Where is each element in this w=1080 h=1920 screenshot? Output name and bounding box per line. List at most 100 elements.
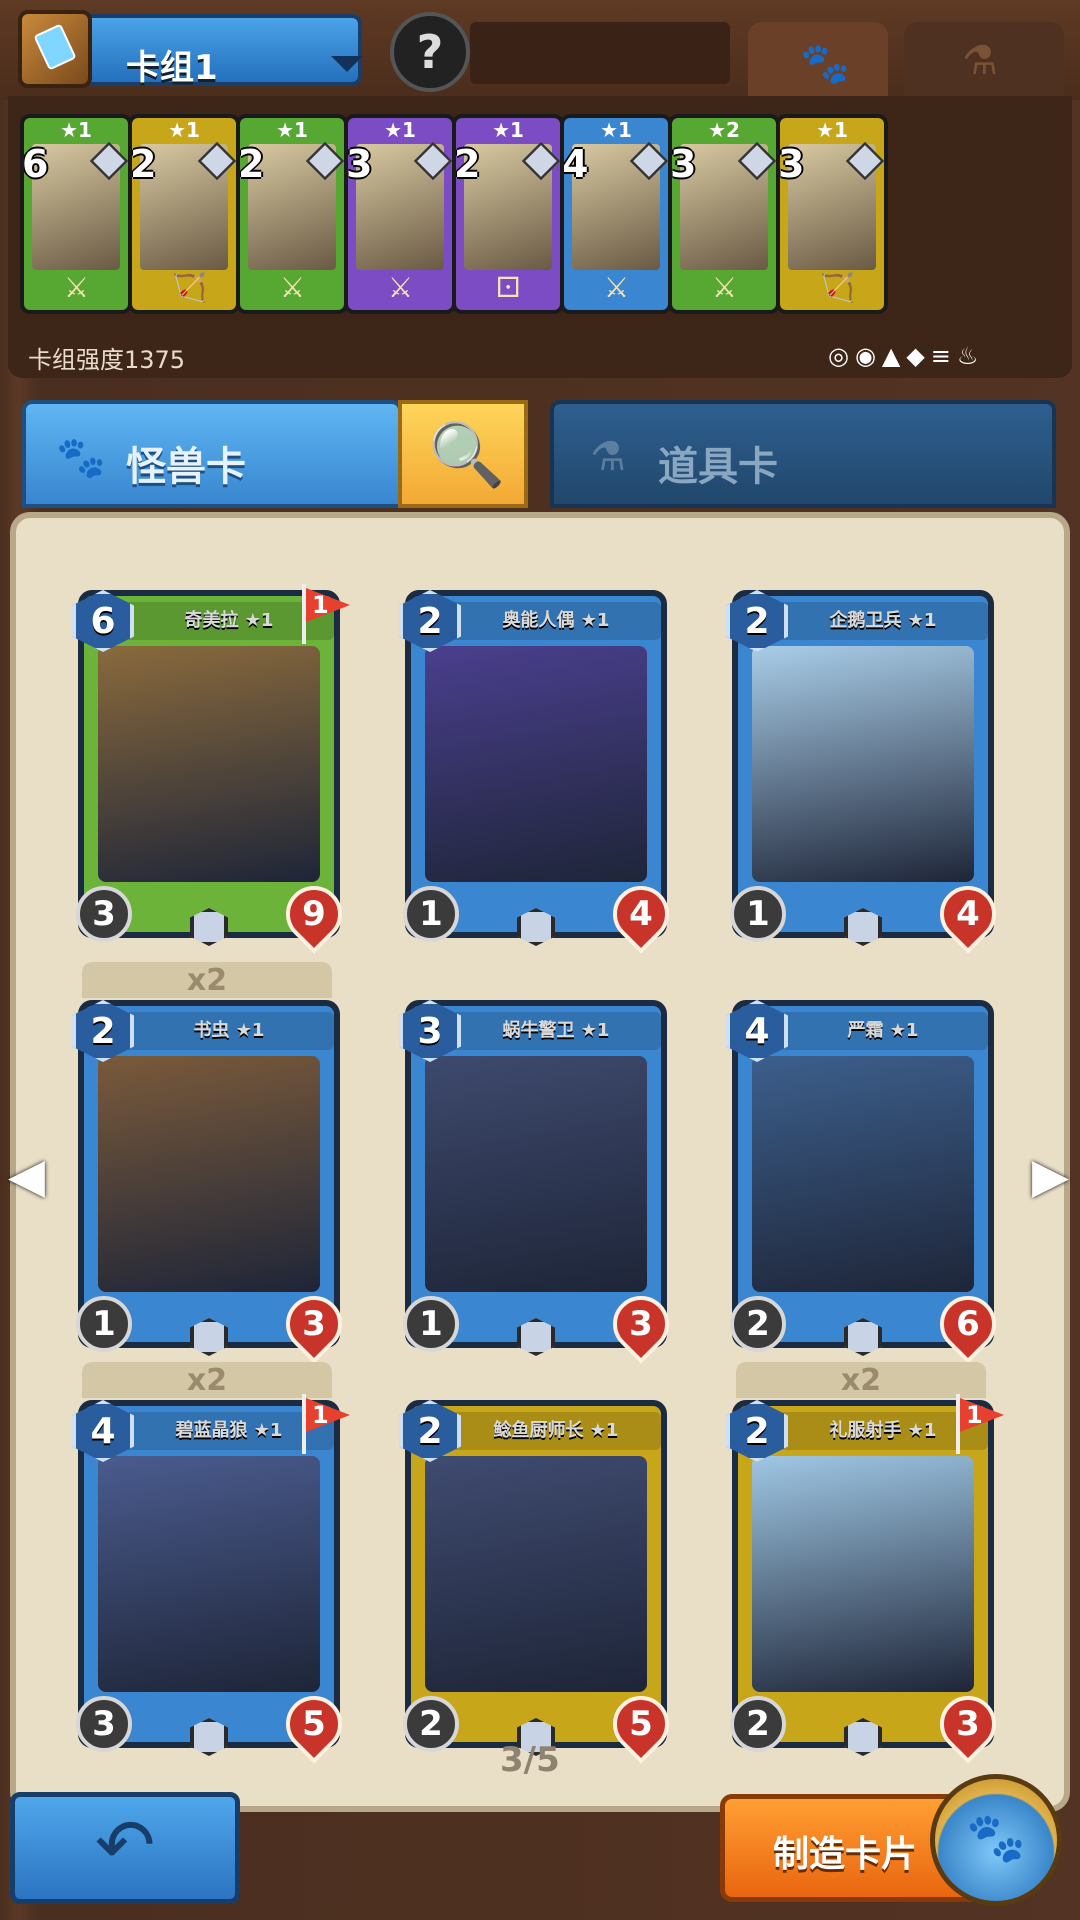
- monster-card[interactable]: 奥能人偶 ★1 2 1 4: [399, 590, 681, 954]
- card-attack: 2: [730, 1296, 786, 1352]
- card-health-value: 4: [956, 894, 980, 934]
- card-cost: 2: [726, 590, 788, 652]
- deck-card[interactable]: ★1 3 ⚔: [344, 114, 456, 314]
- tab-item-cards[interactable]: ⚗ 道具卡: [550, 400, 1056, 508]
- monster-card[interactable]: 礼服射手 ★1 2 2 3 1: [726, 1394, 1008, 1764]
- deck-card-cost: 2: [238, 142, 265, 186]
- card-cost: 3: [399, 1000, 461, 1062]
- card-art: [98, 1456, 320, 1692]
- card-attack: 1: [76, 1296, 132, 1352]
- card-cost: 2: [399, 1400, 461, 1462]
- weapon-icon: ⚔: [280, 271, 306, 304]
- monster-card[interactable]: 书虫 ★1 2 1 3: [72, 1000, 354, 1364]
- monster-card[interactable]: 奇美拉 ★1 6 3 9 1: [72, 584, 354, 954]
- paw-icon: 🐾: [800, 41, 850, 87]
- page-indicator: 3/5: [500, 1740, 560, 1780]
- monster-card[interactable]: 严霜 ★1 4 2 6: [726, 1000, 1008, 1364]
- weapon-icon: 🏹: [820, 271, 855, 304]
- card-multiplier: x2: [82, 1362, 332, 1398]
- card-attack: 1: [403, 886, 459, 942]
- card-art: [98, 1056, 320, 1292]
- flask-icon: ⚗: [590, 434, 626, 480]
- monster-card[interactable]: 碧蓝晶狼 ★1 4 3 5 1: [72, 1394, 354, 1764]
- deck-card-stars: ★1: [816, 118, 848, 142]
- paw-icon: 🐾: [56, 435, 106, 481]
- avatar[interactable]: ?: [390, 12, 470, 92]
- deck-card-stars: ★1: [600, 118, 632, 142]
- deck-card[interactable]: ★1 2 🏹: [128, 114, 240, 314]
- card-cost: 4: [72, 1400, 134, 1462]
- deck-card[interactable]: ★1 6 ⚔: [20, 114, 132, 314]
- flag-icon: 1: [302, 584, 354, 644]
- card-multiplier: x2: [736, 1362, 986, 1398]
- deck-card-cost: 3: [346, 142, 373, 186]
- deck-card-stars: ★1: [492, 118, 524, 142]
- card-attack: 2: [730, 1696, 786, 1752]
- tab-monster-label: 怪兽卡: [126, 444, 246, 490]
- tab-monsters-top[interactable]: 🐾: [748, 22, 888, 100]
- deck-card[interactable]: ★1 2 ⚀: [452, 114, 564, 314]
- card-art: [752, 1456, 974, 1692]
- faction-icons: ◎◉▲◆≡♨: [828, 342, 985, 370]
- card-multiplier: x2: [82, 962, 332, 998]
- deck-card-cost: 2: [454, 142, 481, 186]
- card-health-value: 9: [302, 894, 326, 934]
- card-cost: 4: [726, 1000, 788, 1062]
- card-art: [425, 646, 647, 882]
- monster-card[interactable]: 鲶鱼厨师长 ★1 2 2 5: [399, 1400, 681, 1764]
- card-name: 蜗牛警卫 ★1: [451, 1012, 661, 1050]
- deck-book-icon: [18, 10, 92, 88]
- card-health-value: 5: [302, 1704, 326, 1744]
- deck-card-cost: 6: [22, 142, 49, 186]
- deck-card-stars: ★1: [276, 118, 308, 142]
- card-attack: 2: [403, 1696, 459, 1752]
- card-art: [98, 646, 320, 882]
- search-button[interactable]: 🔍: [398, 400, 528, 508]
- flask-icon: ⚗: [962, 38, 998, 84]
- card-cost: 2: [726, 1400, 788, 1462]
- flag-count: 1: [306, 1398, 350, 1432]
- card-art: [425, 1056, 647, 1292]
- deck-name: 卡组1: [126, 48, 218, 88]
- back-button[interactable]: ↶: [10, 1792, 240, 1904]
- player-name-slot: [470, 22, 730, 84]
- flag-icon: 1: [956, 1394, 1008, 1454]
- deck-card-cost: 3: [778, 142, 805, 186]
- deck-power: 卡组强度1375: [28, 346, 186, 374]
- weapon-icon: ⚔: [388, 271, 414, 304]
- weapon-icon: ⚔: [604, 271, 630, 304]
- deck-card[interactable]: ★2 3 ⚔: [668, 114, 780, 314]
- chevron-down-icon: [331, 56, 363, 72]
- card-attack: 3: [76, 886, 132, 942]
- card-art: [425, 1456, 647, 1692]
- card-art: [752, 646, 974, 882]
- next-page-arrow[interactable]: ▶: [1032, 1148, 1069, 1204]
- search-icon: 🔍: [428, 418, 506, 491]
- deck-card[interactable]: ★1 4 ⚔: [560, 114, 672, 314]
- deck-card[interactable]: ★1 3 🏹: [776, 114, 888, 314]
- card-health-value: 6: [956, 1304, 980, 1344]
- card-attack: 1: [730, 886, 786, 942]
- tab-items-top[interactable]: ⚗: [904, 22, 1064, 100]
- top-bar: 卡组1 ? 🐾 ⚗: [0, 0, 1080, 100]
- card-health-value: 3: [302, 1304, 326, 1344]
- card-cost: 6: [72, 590, 134, 652]
- prev-page-arrow[interactable]: ◀: [8, 1148, 45, 1204]
- card-name: 鲶鱼厨师长 ★1: [451, 1412, 661, 1450]
- dust-jar-icon[interactable]: 🐾: [930, 1774, 1062, 1906]
- card-art: [752, 1056, 974, 1292]
- flag-count: 1: [306, 588, 350, 622]
- monster-card[interactable]: 蜗牛警卫 ★1 3 1 3: [399, 1000, 681, 1364]
- deck-card[interactable]: ★1 2 ⚔: [236, 114, 348, 314]
- card-cost: 2: [72, 1000, 134, 1062]
- card-health-value: 5: [629, 1704, 653, 1744]
- monster-card[interactable]: 企鹅卫兵 ★1 2 1 4: [726, 590, 1008, 954]
- deck-card-stars: ★1: [168, 118, 200, 142]
- card-name: 企鹅卫兵 ★1: [778, 602, 988, 640]
- weapon-icon: 🏹: [172, 271, 207, 304]
- card-health-value: 3: [956, 1704, 980, 1744]
- deck-card-cost: 2: [130, 142, 157, 186]
- weapon-icon: ⚔: [712, 271, 738, 304]
- tab-monster-cards[interactable]: 🐾 怪兽卡: [22, 400, 402, 508]
- deck-card-stars: ★1: [60, 118, 92, 142]
